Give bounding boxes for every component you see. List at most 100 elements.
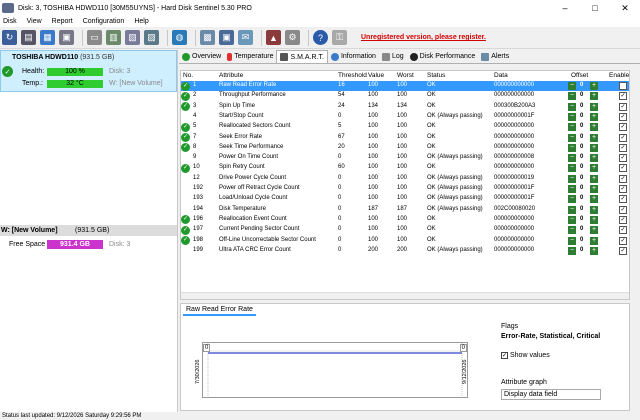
save-icon[interactable]: ▣	[59, 30, 74, 45]
table-row[interactable]: 4 Start/Stop Count 0 100 100 OK (Always passi…	[181, 112, 629, 122]
globe-icon[interactable]: ◍	[172, 30, 187, 45]
menu-help[interactable]: Help	[134, 18, 148, 25]
plus-icon[interactable]: +	[590, 205, 598, 214]
plus-icon[interactable]: +	[590, 82, 598, 90]
minus-icon[interactable]: −	[568, 123, 576, 132]
minus-icon[interactable]: −	[568, 164, 576, 173]
tab-information[interactable]: Information	[328, 50, 379, 63]
minus-icon[interactable]: −	[568, 174, 576, 183]
plus-icon[interactable]: +	[590, 226, 598, 235]
col-status[interactable]: Status	[427, 72, 445, 79]
enable-checkbox[interactable]: ✓	[619, 143, 627, 152]
plus-icon[interactable]: +	[590, 185, 598, 193]
table-row[interactable]: ✓ 3 Spin Up Time 24 134 134 OK 000300B200A3−0 + ✓	[181, 102, 629, 112]
plus-icon[interactable]: +	[590, 164, 598, 173]
tab-alerts[interactable]: Alerts	[478, 50, 512, 63]
minus-icon[interactable]: −	[568, 215, 576, 224]
minus-icon[interactable]: −	[568, 246, 576, 255]
col-offset[interactable]: Offset	[571, 72, 588, 79]
enable-checkbox[interactable]: ✓	[619, 195, 627, 204]
table-row[interactable]: 193 Load/Unload Cycle Count 0 100 100 OK (Alw…	[181, 194, 629, 204]
plus-icon[interactable]: +	[590, 174, 598, 183]
enable-checkbox[interactable]: ✓	[619, 92, 627, 101]
table-row[interactable]: ✓ 5 Reallocated Sectors Count 5 100 100 OK 0000…	[181, 122, 629, 132]
tab-disk-performance[interactable]: Disk Performance	[407, 50, 479, 63]
plus-icon[interactable]: +	[590, 195, 598, 204]
enable-checkbox[interactable]: ✓	[619, 133, 627, 142]
plus-icon[interactable]: +	[590, 246, 598, 255]
enable-checkbox[interactable]: ✓	[619, 185, 627, 193]
enable-checkbox[interactable]: ✓	[619, 123, 627, 132]
minus-icon[interactable]: −	[568, 205, 576, 214]
menu-disk[interactable]: Disk	[3, 18, 17, 25]
plus-icon[interactable]: +	[590, 123, 598, 132]
enable-checkbox[interactable]: ✓	[619, 112, 627, 121]
plus-icon[interactable]: +	[590, 92, 598, 101]
col-attribute[interactable]: Attribute	[219, 72, 243, 79]
monitor-icon[interactable]: ▣	[219, 30, 234, 45]
table-row[interactable]: ✓ 7 Seek Error Rate 67 100 100 OK 000000000000−…	[181, 133, 629, 143]
table-row[interactable]: 199 Ultra ATA CRC Error Count 0 200 200 OK (A…	[181, 246, 629, 256]
disk-icon[interactable]: ▤	[21, 30, 36, 45]
table-row[interactable]: ✓ 8 Seek Time Performance 20 100 100 OK 0000000…	[181, 143, 629, 153]
minus-icon[interactable]: −	[568, 185, 576, 193]
minus-icon[interactable]: −	[568, 226, 576, 235]
table-row[interactable]: ✓ 196 Reallocation Event Count 0 100 100 OK 000…	[181, 215, 629, 225]
maximize-icon[interactable]: □	[580, 0, 610, 16]
enable-checkbox[interactable]: ✓	[619, 236, 627, 245]
table-row[interactable]: 9 Power On Time Count 0 100 100 OK (Always pa…	[181, 153, 629, 163]
chart-icon[interactable]: ▲	[266, 30, 281, 45]
menu-view[interactable]: View	[27, 18, 42, 25]
help-icon[interactable]: ?	[313, 30, 328, 45]
horizontal-scrollbar[interactable]	[181, 292, 629, 299]
menu-report[interactable]: Report	[52, 18, 73, 25]
enable-checkbox[interactable]: ✓	[619, 215, 627, 224]
table-row[interactable]: ✓ 10 Spin Retry Count 60 100 100 OK 00000000000…	[181, 163, 629, 173]
minus-icon[interactable]: −	[568, 112, 576, 121]
minus-icon[interactable]: −	[568, 195, 576, 204]
drive-icon[interactable]: ▭	[87, 30, 102, 45]
enable-checkbox[interactable]: ✓	[619, 246, 627, 255]
minus-icon[interactable]: −	[568, 82, 576, 90]
volume-header[interactable]: W: [New Volume] (931.5 GB)	[0, 225, 177, 236]
minus-icon[interactable]: −	[568, 133, 576, 142]
tab-smart[interactable]: S.M.A.R.T.	[276, 50, 328, 63]
minus-icon[interactable]: −	[568, 143, 576, 152]
col-value[interactable]: Value	[368, 72, 384, 79]
plus-icon[interactable]: +	[590, 236, 598, 245]
surface-icon[interactable]: ▧	[125, 30, 140, 45]
table-row[interactable]: ✓ 197 Current Pending Sector Count 0 100 100 O…	[181, 225, 629, 235]
tab-temperature[interactable]: Temperature	[224, 50, 276, 63]
enable-checkbox[interactable]: ✓	[619, 226, 627, 235]
email-icon[interactable]: ✉	[238, 30, 253, 45]
plus-icon[interactable]: +	[590, 112, 598, 121]
enable-checkbox[interactable]: ✓	[619, 102, 627, 111]
minus-icon[interactable]: −	[568, 102, 576, 111]
close-icon[interactable]: ✕	[610, 0, 640, 16]
col-data[interactable]: Data	[494, 72, 508, 79]
plus-icon[interactable]: +	[590, 154, 598, 163]
col-threshold[interactable]: Threshold	[338, 72, 367, 79]
plus-icon[interactable]: +	[590, 133, 598, 142]
table-row[interactable]: 192 Power off Retract Cycle Count 0 100 100 O…	[181, 184, 629, 194]
backup-icon[interactable]: ▨	[144, 30, 159, 45]
plus-icon[interactable]: +	[590, 143, 598, 152]
tab-overview[interactable]: Overview	[179, 50, 224, 63]
enable-checkbox[interactable]: ✓	[619, 205, 627, 214]
enable-checkbox[interactable]: ✓	[619, 154, 627, 163]
col-no[interactable]: No.	[183, 72, 193, 79]
show-values-option[interactable]: ✓ Show values	[501, 352, 550, 359]
checkbox-icon[interactable]: ✓	[501, 352, 508, 359]
minus-icon[interactable]: −	[568, 154, 576, 163]
table-row[interactable]: 194 Disk Temperature 0 187 187 OK (Always pas…	[181, 205, 629, 215]
minimize-icon[interactable]: –	[550, 0, 580, 16]
network-icon[interactable]: ▩	[200, 30, 215, 45]
table-row[interactable]: ✓ 1 Raw Read Error Rate 16 100 100 OK 000000000…	[181, 81, 629, 92]
plus-icon[interactable]: +	[590, 215, 598, 224]
tab-log[interactable]: Log	[379, 50, 407, 63]
table-row[interactable]: ✓ 2 Throughput Performance 54 100 100 OK 000000…	[181, 91, 629, 101]
col-worst[interactable]: Worst	[397, 72, 414, 79]
minus-icon[interactable]: −	[568, 236, 576, 245]
table-row[interactable]: ✓ 198 Off-Line Uncorrectable Sector Count 0…	[181, 236, 629, 246]
report-icon[interactable]: ▦	[40, 30, 55, 45]
